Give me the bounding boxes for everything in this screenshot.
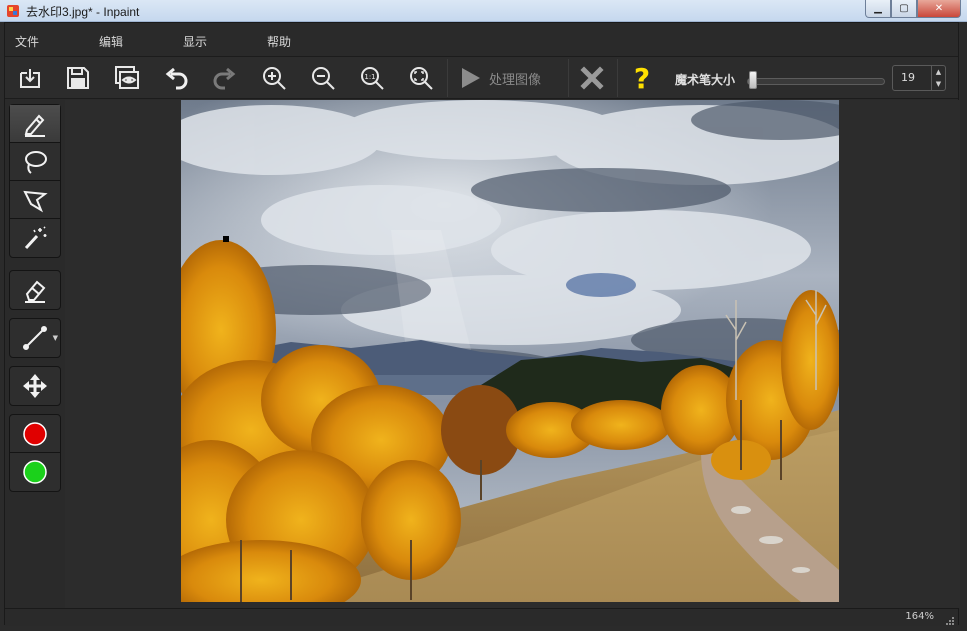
zoom-in-icon [263,67,286,90]
menu-view[interactable]: 显示 [183,33,207,50]
spin-down-icon[interactable]: ▼ [936,80,941,88]
undo-icon [165,67,188,90]
move-icon [23,374,47,398]
zoom-fit-icon [410,67,433,90]
color-tools-group [9,414,61,492]
tools-panel: ▼ [5,100,65,608]
chevron-down-icon[interactable]: ▼ [53,334,58,342]
red-dot-icon [23,421,47,446]
eraser-tool[interactable] [10,271,60,309]
polygon-lasso-tool[interactable] [10,181,60,219]
cancel-icon [580,66,604,90]
close-button[interactable]: ✕ [917,0,961,18]
polygon-lasso-icon [23,190,48,212]
toolbar-separator [447,59,448,97]
brush-size-slider-thumb[interactable] [748,71,757,89]
save-icon [67,67,89,89]
help-icon: ? [633,61,651,95]
window-title: 去水印3.jpg* - Inpaint [26,5,140,19]
zoom-actual-button[interactable]: 1:1 [355,61,389,95]
svg-text:1:1: 1:1 [364,73,375,81]
preview-button[interactable] [110,61,144,95]
open-icon [20,69,40,88]
magic-wand-icon [24,226,47,250]
line-tool[interactable]: ▼ [10,319,60,357]
selection-tools-group [9,104,61,258]
lasso-tool[interactable] [10,143,60,181]
preview-icon [115,66,139,89]
zoom-out-icon [312,67,335,90]
landscape-photo[interactable] [181,100,839,602]
app-frame: 文件 编辑 显示 帮助 1:1 处理图像 ? 魔术笔大小 19 ▲ ▼ ▼ 16… [4,22,960,626]
window-controls: ▁ ▢ ✕ [865,0,961,18]
green-dot-icon [23,460,47,484]
app-icon [7,5,19,17]
zoom-out-button[interactable] [306,61,340,95]
zoom-fit-button[interactable] [404,61,438,95]
spin-up-icon[interactable]: ▲ [936,68,941,76]
resize-grip-icon[interactable] [944,615,954,625]
minimize-button[interactable]: ▁ [865,0,891,18]
redo-icon [213,67,236,90]
cancel-button[interactable] [575,61,609,95]
green-marker-tool[interactable] [10,453,60,491]
toolbar: 1:1 处理图像 ? 魔术笔大小 19 ▲ ▼ [5,57,958,99]
zoom-actual-icon: 1:1 [361,67,384,90]
play-icon [462,68,480,88]
menu-bar: 文件 编辑 显示 帮助 [5,23,958,57]
spinbox-arrows[interactable]: ▲ ▼ [931,66,945,90]
toolbar-separator [617,59,618,97]
maximize-button[interactable]: ▢ [891,0,917,18]
toolbar-separator [568,59,569,97]
brush-size-spinbox[interactable]: 19 ▲ ▼ [892,65,946,91]
menu-help[interactable]: 帮助 [267,33,291,50]
line-tool-group: ▼ [9,318,61,358]
brush-size-label: 魔术笔大小 [675,73,736,87]
open-button[interactable] [13,61,47,95]
menu-file[interactable]: 文件 [15,33,39,50]
undo-button[interactable] [159,61,193,95]
status-bar: 164% [5,608,958,626]
redo-button[interactable] [208,61,242,95]
brush-size-value[interactable]: 19 [901,71,915,84]
marker-icon [24,114,45,137]
move-tool[interactable] [10,367,60,405]
process-image-label: 处理图像 [489,72,542,88]
marker-tool[interactable] [10,105,60,143]
zoom-in-button[interactable] [257,61,291,95]
window-titlebar: 去水印3.jpg* - Inpaint ▁ ▢ ✕ [0,0,967,22]
lasso-icon [25,150,47,174]
eraser-tool-group [9,270,61,310]
line-icon [23,326,47,350]
magic-wand-tool[interactable] [10,219,60,257]
red-marker-tool[interactable] [10,415,60,453]
help-button[interactable]: ? [625,61,659,95]
move-tool-group [9,366,61,406]
eraser-icon [25,280,46,303]
zoom-level: 164% [905,611,934,622]
process-image-button[interactable]: 处理图像 [457,61,541,95]
save-button[interactable] [61,61,95,95]
menu-edit[interactable]: 编辑 [99,33,123,50]
canvas-area[interactable] [65,100,960,608]
brush-size-slider[interactable] [747,78,885,85]
